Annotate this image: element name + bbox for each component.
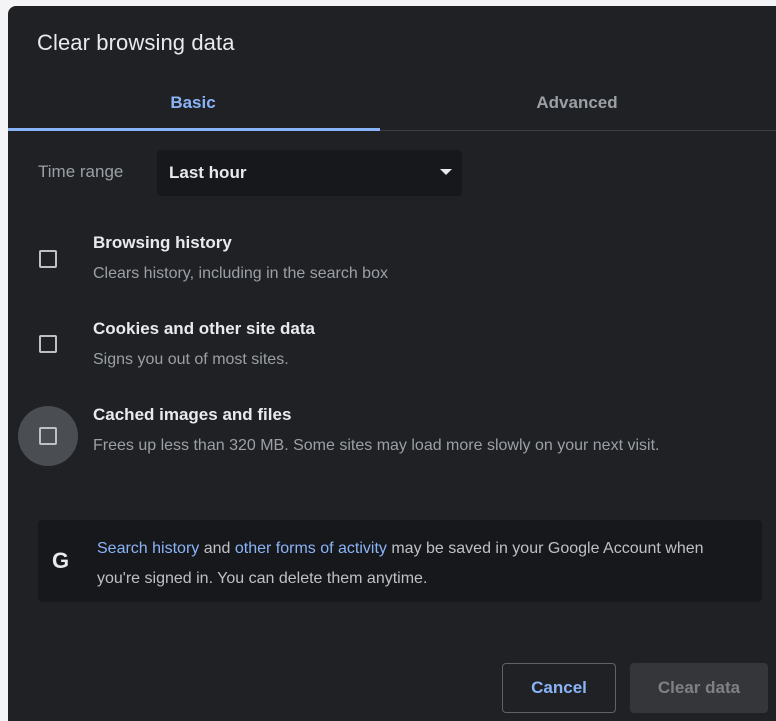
clear-browsing-data-dialog: Clear browsing data Basic Advanced Time … xyxy=(8,6,776,721)
google-account-info: G Search history and other forms of acti… xyxy=(38,520,762,602)
time-range-select[interactable]: Last hour xyxy=(157,150,462,196)
dropdown-arrow-icon xyxy=(440,169,452,175)
checkbox-container xyxy=(18,314,78,374)
info-text: Search history and other forms of activi… xyxy=(97,534,747,594)
option-title: Browsing history xyxy=(93,233,232,252)
option-title: Cached images and files xyxy=(93,405,292,424)
search-history-link[interactable]: Search history xyxy=(97,540,199,557)
cached-images-checkbox[interactable] xyxy=(39,427,57,445)
active-tab-indicator xyxy=(8,128,380,131)
browsing-history-checkbox[interactable] xyxy=(39,250,57,268)
google-g-icon: G xyxy=(52,548,70,573)
other-activity-link[interactable]: other forms of activity xyxy=(235,540,387,557)
time-range-value: Last hour xyxy=(169,163,247,182)
tab-advanced[interactable]: Advanced xyxy=(378,78,776,128)
checkbox-focus-ripple xyxy=(18,406,78,466)
option-description: Signs you out of most sites. xyxy=(93,351,289,368)
tab-bar: Basic Advanced xyxy=(8,78,776,131)
option-description: Frees up less than 320 MB. Some sites ma… xyxy=(93,437,660,454)
clear-data-button[interactable]: Clear data xyxy=(630,663,768,713)
dialog-title: Clear browsing data xyxy=(37,30,235,55)
cancel-button[interactable]: Cancel xyxy=(502,663,616,713)
tab-basic[interactable]: Basic xyxy=(8,78,378,128)
option-description: Clears history, including in the search … xyxy=(93,265,388,282)
info-text-part: and xyxy=(199,540,235,557)
checkbox-container xyxy=(18,229,78,289)
cookies-checkbox[interactable] xyxy=(39,335,57,353)
option-title: Cookies and other site data xyxy=(93,319,315,338)
time-range-label: Time range xyxy=(38,162,124,181)
